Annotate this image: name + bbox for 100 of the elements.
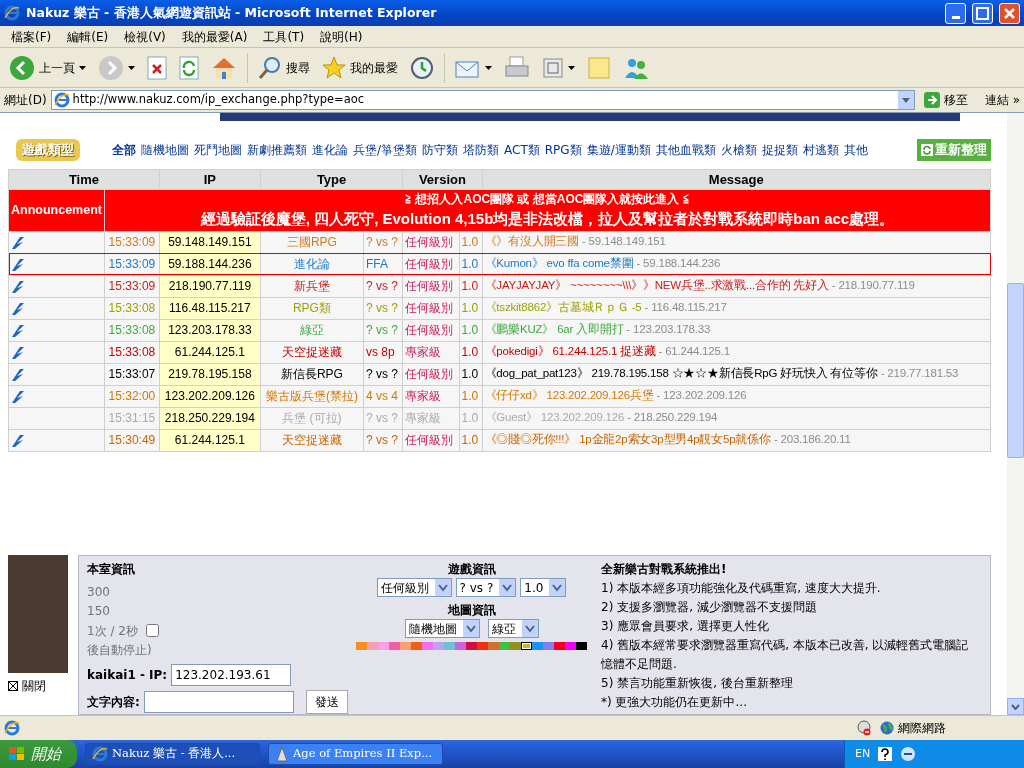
color-swatch[interactable]: [477, 642, 488, 650]
color-swatch[interactable]: [466, 642, 477, 650]
color-swatch[interactable]: [400, 642, 411, 650]
table-row[interactable]: 15:33:09 59.188.144.236 進化論 FFA 任何級別 1.0 《Kumon》 evo ffa come禁圍 - 59.188.144.236: [8, 253, 991, 275]
table-row[interactable]: 15:33:09 218.190.77.119 新兵堡 ? vs ? 任何級別 1.0 《JAYJAYJAY》 ~~~~~~~~\\\》》NEW兵堡..求激戰...合作的 先好入 - 218.190.77.119: [8, 275, 991, 297]
windows-logo: [8, 746, 26, 762]
color-swatch[interactable]: [488, 642, 499, 650]
scrollbar[interactable]: [1007, 113, 1024, 715]
send-button[interactable]: 發送: [305, 690, 348, 714]
back-button[interactable]: 上一頁: [4, 52, 91, 83]
color-swatch[interactable]: [422, 642, 433, 650]
category-link[interactable]: 火槍類: [720, 140, 757, 159]
dropdown[interactable]: 任何級別: [376, 578, 452, 597]
category-link[interactable]: 其他: [843, 140, 868, 159]
color-swatch[interactable]: [389, 642, 400, 650]
table-cell: ? vs ?: [363, 297, 403, 319]
color-swatch[interactable]: [367, 642, 378, 650]
menu-item[interactable]: 檢視(V): [117, 26, 173, 47]
category-link[interactable]: 隨機地圖: [141, 140, 189, 159]
category-link[interactable]: 捉捉類: [761, 140, 798, 159]
dropdown[interactable]: ? vs ?: [455, 578, 517, 597]
column-header: IP: [159, 169, 261, 190]
help-icon[interactable]: [878, 747, 893, 761]
announcement-text[interactable]: 經過驗証後魔堡, 四人死守, Evolution 4,15b均是非法改檔，拉人及幫拉者於對戰系統即時ban acc處理。: [105, 208, 990, 231]
wing-icon: [11, 367, 25, 382]
table-cell: 1.0: [459, 253, 483, 275]
ip-field[interactable]: 123.202.193.61: [171, 664, 292, 686]
category-link[interactable]: 兵堡/箏堡類: [353, 140, 418, 159]
category-link[interactable]: 村逃類: [802, 140, 839, 159]
dropdown[interactable]: 1.0: [520, 578, 567, 597]
close-ad-button[interactable]: 關閉: [8, 677, 68, 695]
category-link[interactable]: ACT類: [504, 140, 540, 159]
favorites-button[interactable]: 我的最愛: [317, 53, 403, 82]
start-button[interactable]: 開始: [0, 740, 77, 768]
category-link[interactable]: 其他血戰類: [655, 140, 716, 159]
color-swatch[interactable]: [532, 642, 543, 650]
dropdown[interactable]: 綠亞: [487, 619, 539, 638]
table-row[interactable]: 15:30:49 61.244.125.1 天空捉迷藏 ? vs ? 任何級別 1.0 《◎賤◎死你!!!》 1p金龍2p索女3p型男4p靚女5p就係你 - 203.186.20.11: [8, 429, 991, 451]
color-swatch[interactable]: [444, 642, 455, 650]
menu-item[interactable]: 編輯(E): [60, 26, 116, 47]
go-button[interactable]: 移至: [918, 89, 973, 111]
color-swatch[interactable]: [455, 642, 466, 650]
message-text: 《仔仔xd》 123.202.209.126兵堡: [484, 389, 654, 402]
menu-item[interactable]: 檔案(F): [4, 26, 59, 47]
category-link[interactable]: RPG類: [544, 140, 582, 159]
menu-item[interactable]: 工具(T): [256, 26, 312, 47]
color-swatch[interactable]: [499, 642, 510, 650]
minimize-button[interactable]: [945, 2, 966, 24]
taskbar-button[interactable]: Nakuz 樂古 - 香港人...: [85, 743, 260, 765]
menu-item[interactable]: 說明(H): [313, 26, 370, 47]
scroll-down-button[interactable]: [1007, 698, 1024, 715]
table-cell: 1.0: [459, 297, 483, 319]
dropdown[interactable]: 隨機地圖: [404, 619, 480, 638]
color-swatch[interactable]: [576, 642, 587, 650]
checkbox[interactable]: [145, 624, 159, 638]
scrollbar-thumb[interactable]: [1007, 283, 1024, 458]
category-link[interactable]: 新劇推薦類: [247, 140, 307, 159]
table-row[interactable]: 15:33:08 123.203.178.33 綠亞 ? vs ? 任何級別 1.0 《鵬樂KUZ》 6ar 入即開打 - 123.203.178.33: [8, 319, 991, 341]
source-ip: - 59.148.149.151: [581, 235, 666, 248]
color-swatch[interactable]: [543, 642, 554, 650]
color-swatch[interactable]: [510, 642, 521, 650]
table-row[interactable]: 15:33:08 61.244.125.1 天空捉迷藏 vs 8p 專家級 1.0 《pokedigi》 61.244.125.1 捉迷藏 - 61.244.125.1: [8, 341, 991, 363]
color-swatch[interactable]: [356, 642, 367, 650]
globe-icon: [880, 721, 894, 735]
go-icon: [923, 92, 940, 108]
table-cell: 任何級別: [402, 275, 459, 297]
maximize-icon: [975, 5, 990, 21]
taskbar-button[interactable]: Age of Empires II Exp...: [268, 743, 443, 765]
table-row[interactable]: 15:33:09 59.148.149.151 三國RPG ? vs ? 任何級別 1.0 《》有沒人開三國 - 59.148.149.151: [8, 231, 991, 253]
color-swatch[interactable]: [565, 642, 576, 650]
color-swatch[interactable]: [411, 642, 422, 650]
message-field[interactable]: [143, 691, 294, 713]
table-row[interactable]: 15:33:08 116.48.115.217 RPG類 ? vs ? 任何級別 1.0 《tszkit8862》古墓城ＲｐＧ -5 - 116.48.115.217: [8, 297, 991, 319]
category-link[interactable]: 全部: [112, 140, 136, 159]
color-swatch[interactable]: [378, 642, 389, 650]
category-link[interactable]: 塔防類: [463, 140, 500, 159]
table-row[interactable]: 15:32:00 123.202.209.126 樂古版兵堡(禁拉) 4 vs 4 專家級 1.0 《仔仔xd》 123.202.209.126兵堡 - 123.202.209.126: [8, 385, 991, 407]
announcement-text[interactable]: ≧ 想招人入AOC團隊 或 想當AOC團隊入就按此進入 ≦: [105, 190, 990, 208]
news-item: *) 更強大功能仍在更新中...: [601, 694, 748, 711]
window-title: Nakuz 樂古 - 香港人氣網遊資訊站 - Microsoft Internet Explorer: [26, 3, 438, 22]
source-ip: - 218.190.77.119: [831, 279, 915, 292]
tray-icon[interactable]: [900, 746, 917, 762]
language-indicator[interactable]: EN: [855, 745, 871, 763]
category-link[interactable]: 進化論: [312, 140, 348, 159]
color-swatch[interactable]: [433, 642, 444, 650]
search-button[interactable]: 搜尋: [253, 53, 315, 82]
column-header: Time: [8, 169, 160, 190]
menu-item[interactable]: 我的最愛(A): [174, 26, 255, 47]
color-swatch[interactable]: [554, 642, 565, 650]
category-link[interactable]: 死鬥地圖: [194, 140, 242, 159]
table-row[interactable]: 15:33:07 219.78.195.158 新信長RPG ? vs ? 任何級別 1.0 《dog_pat_pat123》 219.78.195.158 ☆★☆★新信長RpG 好玩快入 有位等你 - 219.77.181.53: [8, 363, 991, 385]
close-button[interactable]: [999, 2, 1020, 24]
category-link[interactable]: 集遊/運動類: [586, 140, 651, 159]
section-heading: 本室資訊: [87, 561, 136, 578]
more-links-button[interactable]: »: [1012, 91, 1020, 109]
category-link[interactable]: 防守類: [422, 140, 459, 159]
maximize-button[interactable]: [972, 2, 993, 24]
links-button[interactable]: 連結: [984, 91, 1009, 109]
table-cell: 任何級別: [402, 429, 459, 451]
color-swatch[interactable]: [521, 642, 532, 650]
